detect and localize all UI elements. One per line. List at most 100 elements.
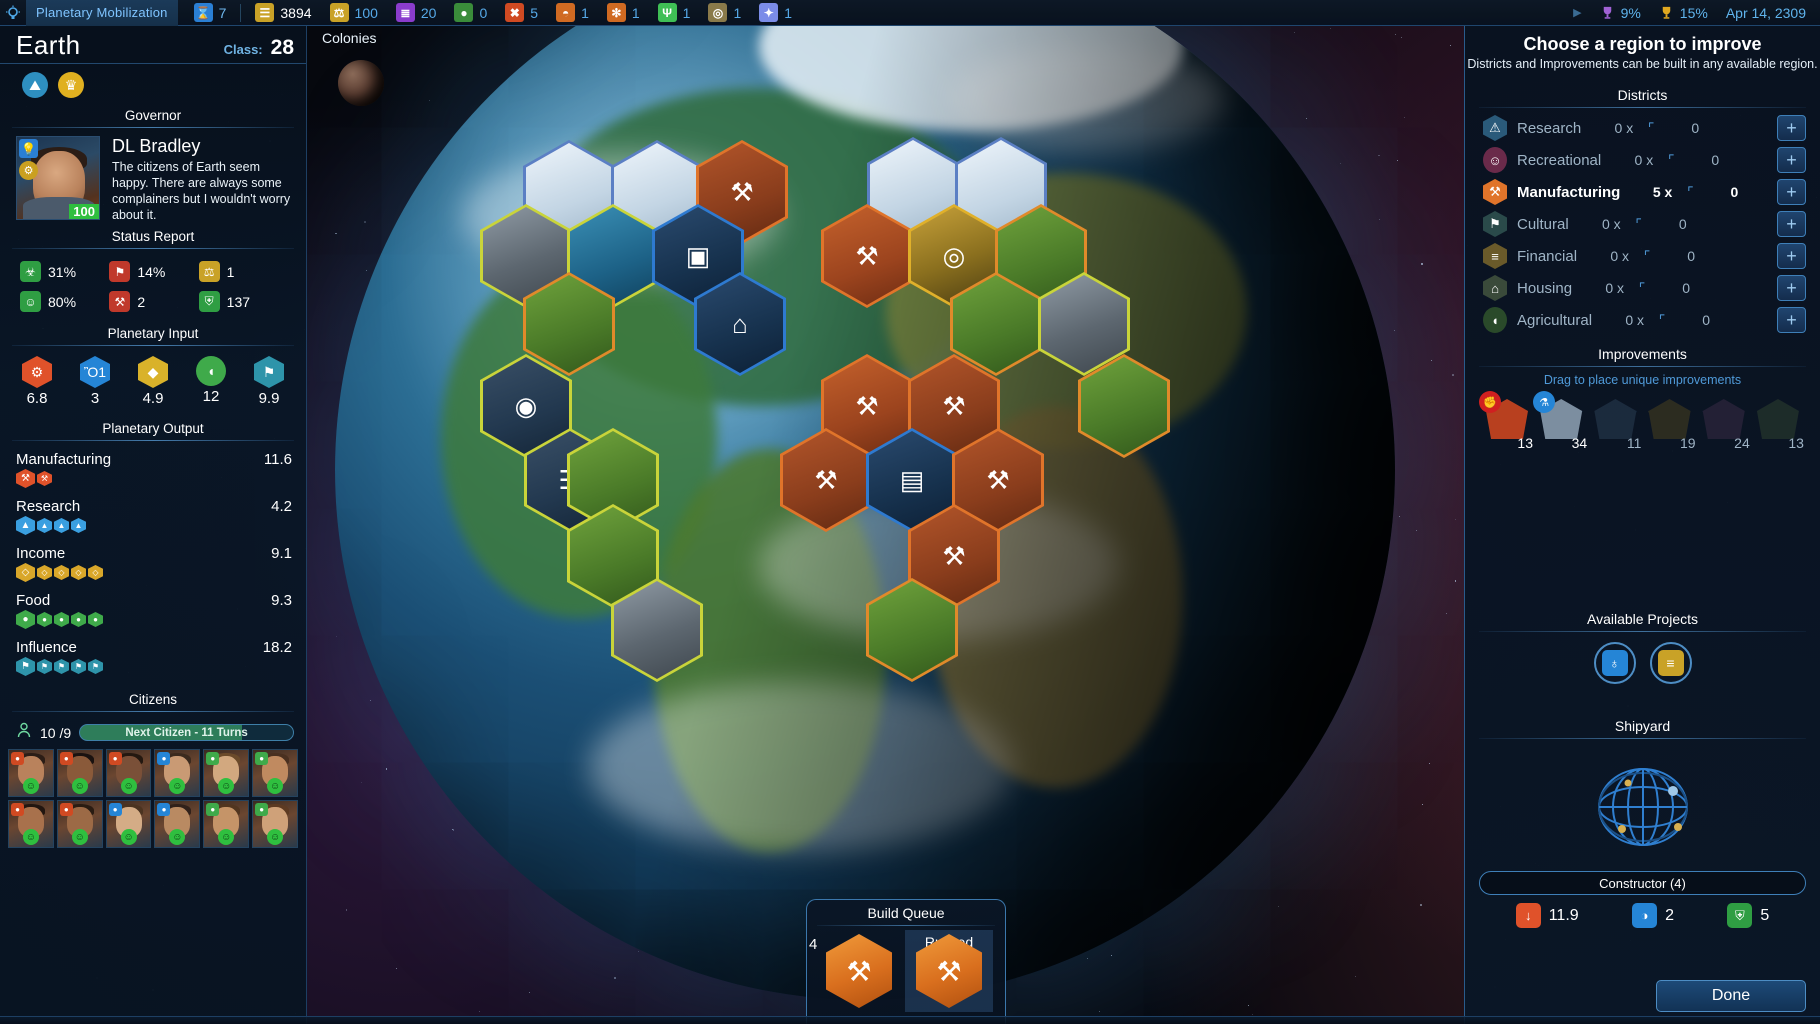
improvement-cost: 34: [1572, 435, 1588, 451]
improvements-row[interactable]: ✊ 13 ⚗ 34 11 19 24 13: [1465, 393, 1820, 451]
turn-indicator[interactable]: ⌛ 7: [194, 3, 227, 22]
mood-icon: ☺: [169, 829, 185, 845]
food-icon: ◖: [196, 356, 226, 386]
resource-antimatter[interactable]: ✻ 1: [607, 3, 640, 22]
output-row[interactable]: Manufacturing 11.6 ⚒ ⚒: [0, 449, 306, 488]
status-item[interactable]: ⚑ 14%: [109, 261, 198, 282]
list-item[interactable]: ● ☺: [252, 800, 298, 848]
done-button[interactable]: Done: [1656, 980, 1806, 1012]
input-item[interactable]: ◆ 4.9: [138, 356, 168, 407]
status-value: 14%: [137, 264, 165, 280]
input-item[interactable]: ⚑ 9.9: [254, 356, 284, 407]
status-item[interactable]: ⚖ 1: [199, 261, 288, 282]
input-item[interactable]: Ὂ1 3: [80, 356, 110, 407]
list-item[interactable]: ● ☺: [203, 800, 249, 848]
status-item[interactable]: ☺ 80%: [20, 291, 109, 312]
build-queue-items[interactable]: 4 ⚒ Rushed ⚒: [807, 926, 1005, 1012]
input-item[interactable]: ⚙ 6.8: [22, 356, 52, 407]
research-icon: ●: [157, 752, 170, 765]
district-turns: 0: [1665, 248, 1695, 264]
list-item[interactable]: ● ☺: [252, 749, 298, 797]
district-row-agricultural[interactable]: ◖ Agricultural 0 x ⌜ 0 +: [1465, 304, 1820, 336]
list-item[interactable]: ● ☺: [8, 800, 54, 848]
output-value: 11.6: [264, 451, 292, 468]
resource-list: ☰ 3894 ⚖ 100 ≣ 20 ● 0 ✖ 5 ◓ 1 ✻ 1 Ψ 1 ◎: [255, 3, 810, 22]
plus-icon[interactable]: +: [1777, 147, 1806, 173]
district-name: Housing: [1517, 280, 1572, 297]
current-research-label[interactable]: Planetary Mobilization: [26, 0, 178, 26]
output-row[interactable]: Food 9.3 ● ● ● ● ●: [0, 590, 306, 629]
governor-card[interactable]: 💡 ⚙ 100 DL Bradley The citizens of Earth…: [0, 136, 306, 223]
list-item[interactable]: ● ☺: [106, 749, 152, 797]
list-item[interactable]: ● ☺: [57, 800, 103, 848]
divider: [12, 127, 294, 128]
plus-icon[interactable]: +: [1777, 307, 1806, 333]
manufacturing-district-icon: ⚒: [1483, 179, 1507, 205]
starbase-icon[interactable]: [1578, 747, 1708, 867]
status-item[interactable]: ⛨ 137: [199, 291, 288, 312]
resource-promethion[interactable]: ◓ 1: [556, 3, 589, 22]
agricultural-district-icon: ◖: [1483, 307, 1507, 333]
resource-elerium[interactable]: Ψ 1: [658, 3, 691, 22]
districts-list[interactable]: ⚠ Research 0 x ⌜ 0 + ☺ Recreational 0 x …: [1465, 112, 1820, 336]
research-project-icon[interactable]: ≡: [1650, 642, 1692, 684]
victory-conquest[interactable]: 15%: [1659, 5, 1708, 21]
plus-icon[interactable]: +: [1777, 115, 1806, 141]
build-options-panel: Choose a region to improve Districts and…: [1464, 26, 1820, 1024]
divider: [1479, 107, 1806, 108]
income-icon: ◇: [71, 565, 86, 580]
moves-cost-icon: ◑: [1632, 903, 1657, 928]
list-item[interactable]: ● ☺: [57, 749, 103, 797]
military-improvement-icon[interactable]: ✊ 13: [1483, 393, 1531, 451]
terraform-project-icon[interactable]: ♁: [1594, 642, 1636, 684]
resource-arcane[interactable]: ✦ 1: [759, 3, 792, 22]
district-row-recreational[interactable]: ☺ Recreational 0 x ⌜ 0 +: [1465, 144, 1820, 176]
list-item[interactable]: ● ☺: [106, 800, 152, 848]
terrain-icon[interactable]: ⛰: [22, 72, 48, 98]
district-row-financial[interactable]: ≡ Financial 0 x ⌜ 0 +: [1465, 240, 1820, 272]
district-row-research[interactable]: ⚠ Research 0 x ⌜ 0 +: [1465, 112, 1820, 144]
plus-icon[interactable]: +: [1777, 275, 1806, 301]
victory-influence[interactable]: 9%: [1600, 5, 1641, 21]
projects-row[interactable]: ♁ ≡: [1465, 636, 1820, 684]
list-item[interactable]: ● ☺: [203, 749, 249, 797]
resource-approval[interactable]: ⚖ 100: [330, 3, 378, 22]
citizen-portrait-grid[interactable]: ● ☺ ● ☺ ● ☺ ● ☺ ● ☺ ● ☺ ● ☺ ● ☺ ● ☺ ● ☺ …: [0, 749, 306, 848]
output-row[interactable]: Influence 18.2 ⚑ ⚑ ⚑ ⚑ ⚑: [0, 637, 306, 676]
resource-food[interactable]: ● 0: [454, 3, 487, 22]
status-item[interactable]: ⚒ 2: [109, 291, 198, 312]
output-row[interactable]: Income 9.1 ◇ ◇ ◇ ◇ ◇: [0, 543, 306, 582]
plus-icon[interactable]: +: [1777, 211, 1806, 237]
resource-technite[interactable]: ◎ 1: [708, 3, 741, 22]
resource-research[interactable]: ≣ 20: [396, 3, 437, 22]
list-item[interactable]: ● ☺: [154, 800, 200, 848]
list-item[interactable]: ● ☺: [8, 749, 54, 797]
district-row-cultural[interactable]: ⚑ Cultural 0 x ⌜ 0 +: [1465, 208, 1820, 240]
build-queue-panel[interactable]: Build Queue 4 ⚒ Rushed ⚒: [806, 899, 1006, 1024]
district-count: 0 x: [1569, 216, 1621, 232]
plus-icon[interactable]: +: [1777, 243, 1806, 269]
build-queue-item[interactable]: 4 ⚒: [815, 930, 903, 1012]
build-queue-item[interactable]: Rushed ⚒: [905, 930, 993, 1012]
research-icon: ▲: [16, 516, 35, 535]
mood-icon: ☺: [218, 829, 234, 845]
resource-credits[interactable]: ☰ 3894: [255, 3, 311, 22]
resource-durantium[interactable]: ✖ 5: [505, 3, 538, 22]
victory-conquest-value: 15%: [1680, 5, 1708, 21]
collapse-arrow-icon[interactable]: ▶: [1573, 6, 1581, 19]
credits-icon: ☰: [255, 3, 274, 22]
selected-ship-label[interactable]: Constructor (4): [1479, 871, 1806, 895]
colonies-label[interactable]: Colonies: [322, 30, 376, 46]
mood-icon: ☺: [267, 829, 283, 845]
improvement-cost: 24: [1734, 435, 1750, 451]
district-name: Agricultural: [1517, 312, 1592, 329]
research-improvement-icon[interactable]: ⚗ 34: [1537, 393, 1585, 451]
list-item[interactable]: ● ☺: [154, 749, 200, 797]
plus-icon[interactable]: +: [1777, 179, 1806, 205]
input-item[interactable]: ◖ 12: [196, 356, 226, 407]
status-item[interactable]: ☣ 31%: [20, 261, 109, 282]
capital-crown-icon[interactable]: ♛: [58, 72, 84, 98]
district-row-housing[interactable]: ⌂ Housing 0 x ⌜ 0 +: [1465, 272, 1820, 304]
district-row-manufacturing[interactable]: ⚒ Manufacturing 5 x ⌜ 0 +: [1465, 176, 1820, 208]
output-row[interactable]: Research 4.2 ▲ ▲ ▲ ▲: [0, 496, 306, 535]
